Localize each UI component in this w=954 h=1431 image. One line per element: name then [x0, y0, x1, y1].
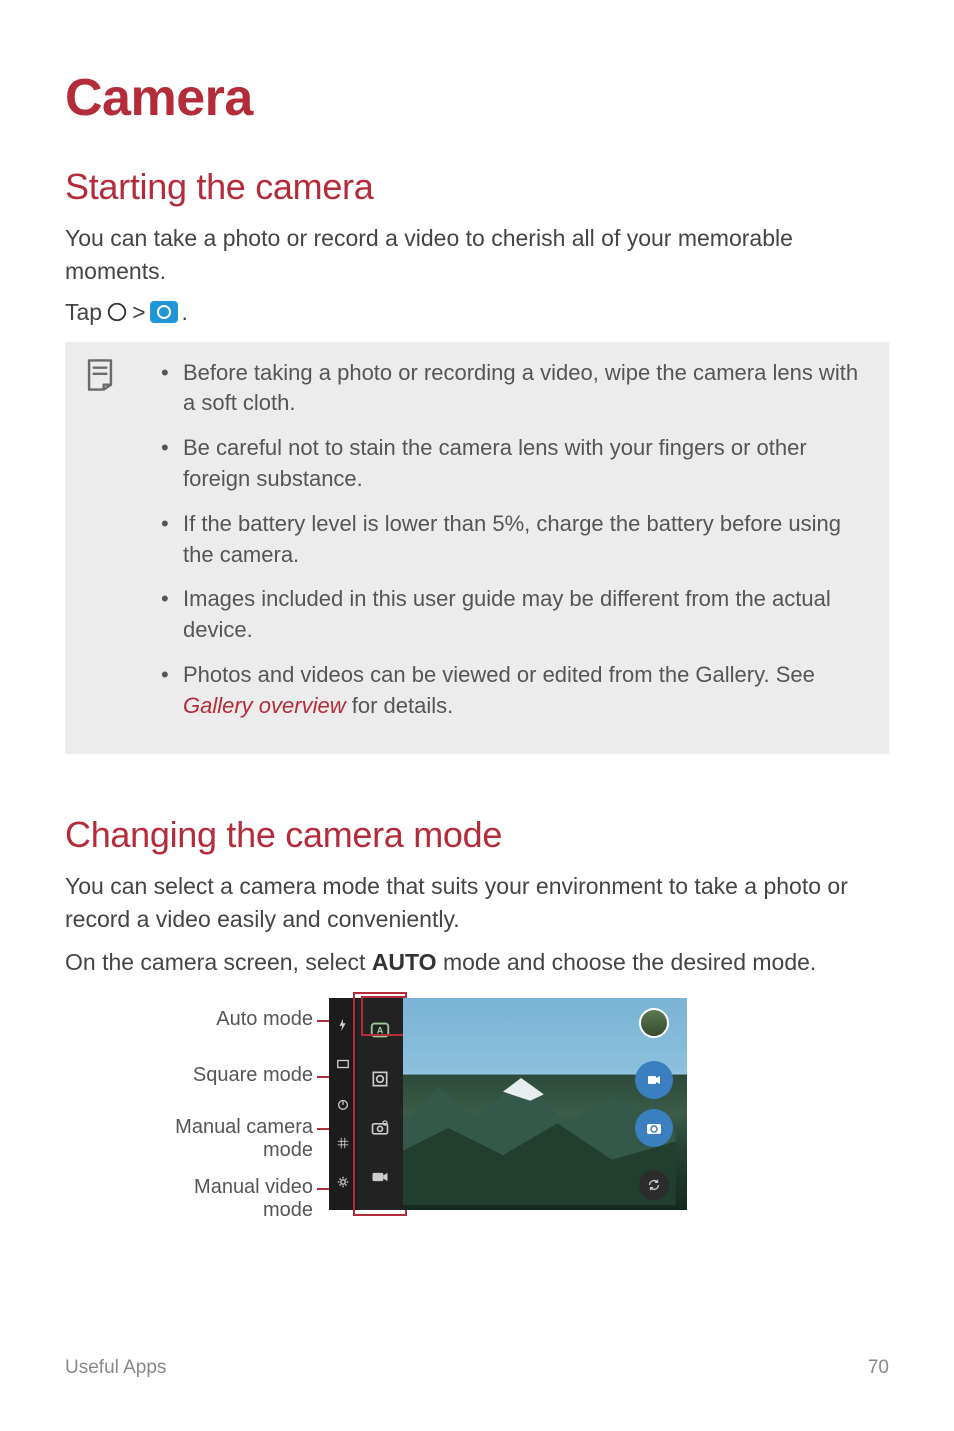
tap-suffix: . [182, 299, 188, 326]
label-line: Manual camera [175, 1116, 313, 1138]
changing-para2: On the camera screen, select AUTO mode a… [65, 946, 889, 979]
camera-mode-strip: A [357, 998, 403, 1210]
camera-app-icon [150, 301, 178, 323]
svg-text:A: A [377, 1026, 384, 1036]
camera-right-controls [627, 998, 681, 1210]
camera-mode-figure: Auto mode Square mode Manual camera mode… [65, 998, 889, 1278]
gallery-overview-link[interactable]: Gallery overview [183, 693, 346, 718]
para2-post: mode and choose the desired mode. [437, 949, 817, 975]
note-list: Before taking a photo or recording a vid… [161, 358, 867, 722]
note-item: If the battery level is lower than 5%, c… [161, 509, 867, 571]
settings-gear-icon [336, 1175, 350, 1189]
camera-left-toolbar [329, 998, 357, 1210]
mode-manual-video-icon [367, 1164, 393, 1190]
chevron-separator: > [132, 299, 145, 326]
footer-page-number: 70 [868, 1357, 889, 1379]
label-manual-camera-mode: Manual camera mode [175, 1116, 313, 1162]
label-line: mode [263, 1199, 313, 1221]
note-item: Photos and videos can be viewed or edite… [161, 660, 867, 722]
starting-paragraph: You can take a photo or record a video t… [65, 222, 889, 289]
note-item-prefix: Photos and videos can be viewed or edite… [183, 662, 815, 687]
note-item: Images included in this user guide may b… [161, 584, 867, 646]
camera-screenshot: A [329, 998, 687, 1210]
note-item: Before taking a photo or recording a vid… [161, 358, 867, 420]
switch-camera-icon [639, 1170, 669, 1200]
para2-pre: On the camera screen, select [65, 949, 372, 975]
page-title: Camera [65, 68, 889, 128]
ratio-icon [336, 1057, 350, 1071]
note-icon [85, 358, 115, 392]
tap-prefix: Tap [65, 299, 102, 326]
flash-icon [336, 1018, 350, 1032]
footer-section: Useful Apps [65, 1357, 166, 1379]
gallery-thumb-icon [639, 1008, 669, 1038]
section-heading-changing: Changing the camera mode [65, 814, 889, 856]
shutter-button-icon [635, 1109, 673, 1147]
label-auto-mode: Auto mode [216, 1008, 313, 1031]
note-item: Be careful not to stain the camera lens … [161, 433, 867, 495]
label-line: mode [263, 1139, 313, 1161]
note-item-suffix: for details. [346, 693, 454, 718]
tap-instruction: Tap > . [65, 299, 889, 326]
record-video-button-icon [635, 1061, 673, 1099]
mode-auto-icon: A [367, 1017, 393, 1043]
mode-square-icon [367, 1066, 393, 1092]
grid-icon [336, 1136, 350, 1150]
label-line: Manual video [194, 1176, 313, 1198]
label-square-mode: Square mode [193, 1064, 313, 1087]
auto-bold: AUTO [372, 949, 437, 975]
changing-para1: You can select a camera mode that suits … [65, 870, 889, 937]
home-circle-icon [106, 301, 128, 323]
mode-manual-camera-icon [367, 1115, 393, 1141]
timer-icon [336, 1097, 350, 1111]
section-heading-starting: Starting the camera [65, 166, 889, 208]
note-box: Before taking a photo or recording a vid… [65, 342, 889, 754]
label-manual-video-mode: Manual video mode [194, 1176, 313, 1222]
page-footer: Useful Apps 70 [65, 1357, 889, 1379]
